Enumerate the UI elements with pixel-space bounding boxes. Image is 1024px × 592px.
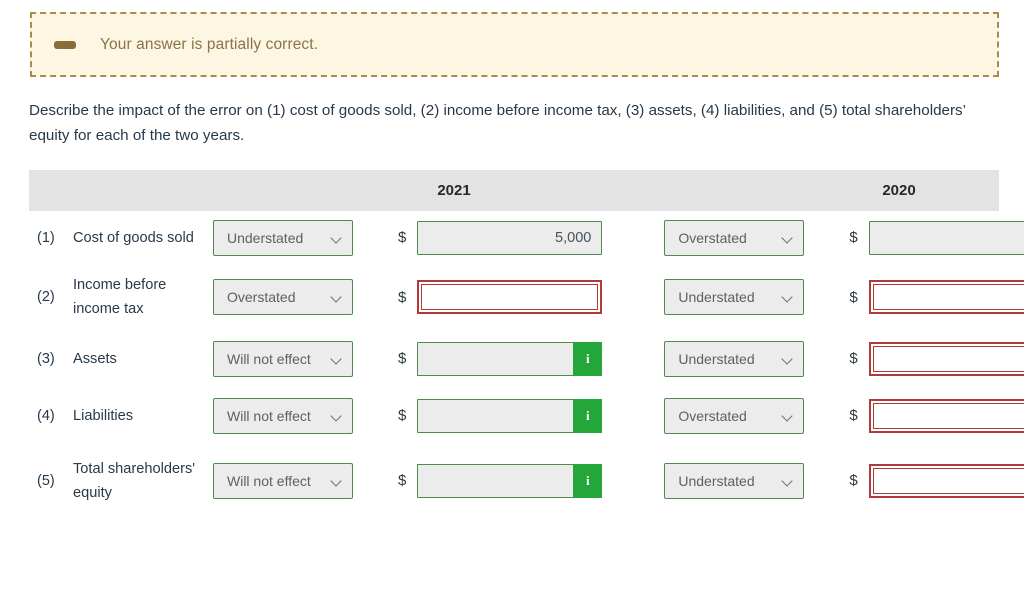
- chevron-down-icon: [332, 234, 341, 243]
- effect-select-2021-row1[interactable]: Understated: [213, 219, 353, 256]
- effect-select-value: Understated: [678, 289, 755, 305]
- row-number: (2): [37, 289, 55, 305]
- table-row: (3) Assets Will not effect $ i Understated $: [29, 330, 1024, 387]
- amount-input-2020-row4[interactable]: [868, 398, 1024, 433]
- column-header-2020: 2020: [882, 182, 916, 199]
- currency-symbol: $: [849, 229, 858, 246]
- effect-select-value: Will not effect: [227, 472, 311, 489]
- answer-group-2020: Overstated $: [664, 397, 1024, 434]
- amount-input-2021-row3[interactable]: i: [417, 341, 603, 376]
- effect-select-2021-row4[interactable]: Will not effect: [213, 397, 353, 434]
- answer-group-2020: Understated $: [664, 340, 1024, 377]
- amount-input-value: [868, 280, 1024, 314]
- amount-input-2021-row4[interactable]: i: [417, 398, 603, 433]
- effect-select-2020-row2[interactable]: Understated: [664, 279, 805, 315]
- chevron-down-icon: [783, 293, 792, 302]
- effect-select-2021-row5[interactable]: Will not effect: [213, 462, 353, 499]
- chevron-down-icon: [783, 355, 792, 364]
- amount-input-2020-row5[interactable]: [868, 463, 1024, 498]
- currency-symbol: $: [849, 350, 858, 367]
- effect-select-value: Understated: [678, 350, 755, 367]
- answer-group-2021: Will not effect $ i: [213, 340, 603, 377]
- effect-select-2021-row2[interactable]: Overstated: [213, 279, 353, 315]
- table-row: (5) Total shareholders' equity Will not ef…: [29, 444, 1024, 517]
- effect-select-value: Overstated: [678, 407, 747, 424]
- amount-input-value: [868, 398, 1024, 433]
- row-label: Assets: [73, 350, 117, 367]
- row-number: (1): [37, 229, 55, 246]
- chevron-down-icon: [332, 355, 341, 364]
- effect-select-2020-row5[interactable]: Understated: [664, 462, 805, 499]
- currency-symbol: $: [398, 229, 407, 246]
- amount-input-2021-row5[interactable]: i: [417, 463, 603, 498]
- answer-group-2020: Overstated $: [664, 219, 1024, 256]
- effect-select-2020-row1[interactable]: Overstated: [664, 219, 805, 256]
- answer-group-2020: Understated $: [664, 279, 1024, 315]
- row-number: (4): [37, 407, 55, 424]
- effect-select-2021-row3[interactable]: Will not effect: [213, 340, 353, 377]
- currency-symbol: $: [849, 407, 858, 424]
- table-body: (1) Cost of goods sold Understated $5,000 Ov…: [29, 211, 1024, 517]
- currency-symbol: $: [398, 350, 407, 367]
- amount-input-2021-row1[interactable]: 5,000: [417, 220, 603, 255]
- currency-symbol: $: [398, 472, 407, 489]
- chevron-down-icon: [783, 412, 792, 421]
- table-header-row: 2021 2020: [29, 170, 999, 211]
- table-row: (2) Income before income tax Overstated $ Un…: [29, 264, 1024, 330]
- row-number: (5): [37, 472, 55, 489]
- row-label: Cost of goods sold: [73, 229, 194, 246]
- answer-group-2021: Will not effect $ i: [213, 462, 603, 499]
- amount-input-2020-row1[interactable]: [868, 220, 1024, 255]
- info-icon[interactable]: i: [573, 398, 603, 433]
- table-row: (1) Cost of goods sold Understated $5,000 Ov…: [29, 211, 1024, 264]
- amount-input-value: [417, 280, 603, 314]
- alert-message: Your answer is partially correct.: [100, 35, 319, 53]
- amount-input-2020-row3[interactable]: [868, 341, 1024, 376]
- amount-input-2020-row2[interactable]: [868, 280, 1024, 314]
- impact-table: 2021 2020 (1) Cost of goods sold Understat…: [29, 170, 1024, 517]
- effect-select-value: Understated: [227, 229, 304, 246]
- amount-input-value: [868, 220, 1024, 255]
- amount-input-value: [868, 463, 1024, 498]
- effect-select-value: Will not effect: [227, 350, 311, 367]
- amount-input-value: [868, 341, 1024, 376]
- column-header-2021: 2021: [437, 182, 471, 199]
- amount-input-value: 5,000: [417, 220, 603, 255]
- chevron-down-icon: [783, 234, 792, 243]
- effect-select-value: Overstated: [678, 229, 747, 246]
- question-prompt: Describe the impact of the error on (1) …: [29, 102, 966, 144]
- answer-group-2021: Understated $5,000: [213, 219, 603, 256]
- chevron-down-icon: [332, 293, 341, 302]
- effect-select-2020-row4[interactable]: Overstated: [664, 397, 805, 434]
- minus-dash-icon: [54, 41, 76, 49]
- info-icon[interactable]: i: [573, 463, 603, 498]
- currency-symbol: $: [398, 288, 407, 306]
- answer-group-2020: Understated $: [664, 462, 1024, 499]
- row-label: Income before income tax: [73, 277, 167, 317]
- row-label: Liabilities: [73, 407, 134, 424]
- effect-select-value: Will not effect: [227, 407, 311, 424]
- effect-select-2020-row3[interactable]: Understated: [664, 340, 805, 377]
- effect-select-value: Overstated: [227, 289, 296, 305]
- row-label: Total shareholders' equity: [73, 460, 196, 501]
- info-icon[interactable]: i: [573, 341, 603, 376]
- effect-select-value: Understated: [678, 472, 755, 489]
- chevron-down-icon: [332, 412, 341, 421]
- partially-correct-alert: Your answer is partially correct.: [30, 12, 999, 77]
- answer-group-2021: Overstated $: [213, 279, 603, 315]
- chevron-down-icon: [783, 477, 792, 486]
- currency-symbol: $: [398, 407, 407, 424]
- row-number: (3): [37, 350, 55, 367]
- currency-symbol: $: [849, 288, 858, 306]
- chevron-down-icon: [332, 477, 341, 486]
- table-row: (4) Liabilities Will not effect $ i Overstate…: [29, 387, 1024, 444]
- amount-input-2021-row2[interactable]: [417, 280, 603, 314]
- currency-symbol: $: [849, 472, 858, 489]
- answer-group-2021: Will not effect $ i: [213, 397, 603, 434]
